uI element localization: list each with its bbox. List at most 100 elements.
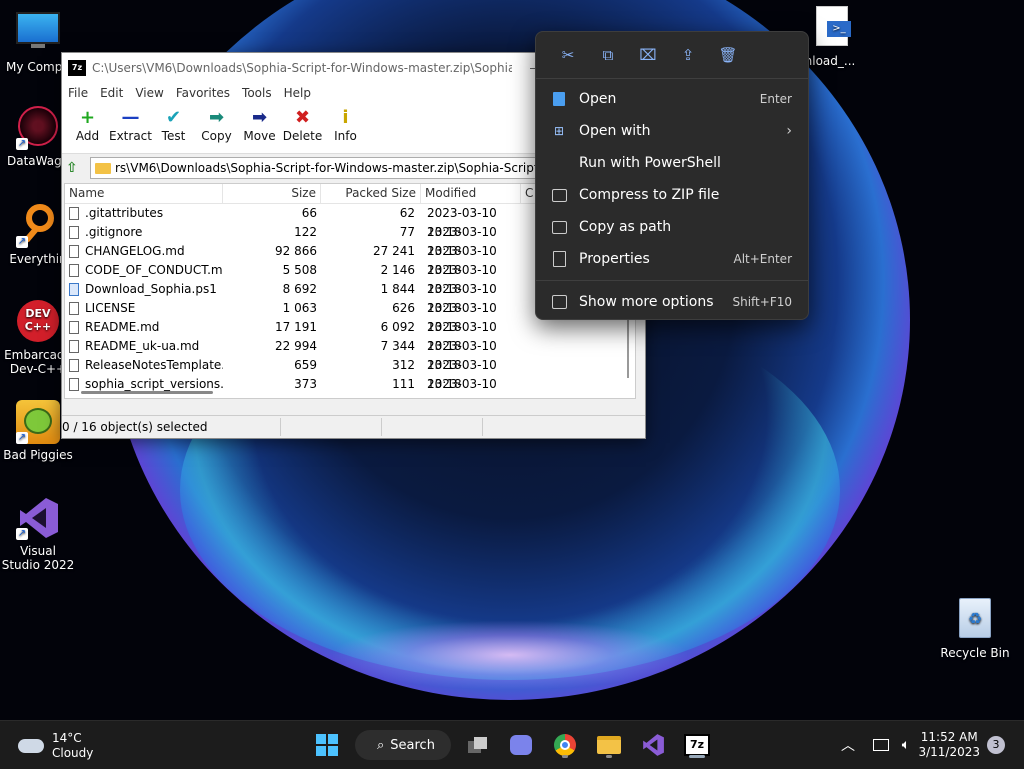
horizontal-scrollbar[interactable]	[81, 391, 213, 394]
task-view-button[interactable]	[462, 729, 494, 761]
menu-tools[interactable]: Tools	[236, 86, 278, 100]
menu-file[interactable]: File	[62, 86, 94, 100]
desktop-icon-label: Bad Piggies	[3, 448, 73, 462]
search-label: Search	[390, 737, 435, 753]
column-size[interactable]: Size	[223, 184, 321, 203]
file-name: CHANGELOG.md	[85, 244, 185, 258]
weather-temp: 14°C	[52, 731, 82, 745]
network-button[interactable]	[866, 729, 896, 761]
windows-logo-icon	[316, 734, 338, 756]
delete-icon[interactable]: 🗑	[708, 46, 748, 64]
file-size: 17 191	[275, 320, 317, 334]
file-name: LICENSE	[85, 301, 136, 315]
file-name-cell: .gitattributes	[65, 204, 223, 223]
recycle-bin-icon: ♻	[953, 598, 997, 642]
shortcut-arrow-icon: ↗	[16, 432, 28, 444]
address-field[interactable]: rs\VM6\Downloads\Sophia-Script-for-Windo…	[90, 157, 540, 179]
file-explorer-button[interactable]	[593, 729, 625, 761]
add-icon: +	[79, 107, 96, 128]
context-copy-as-path[interactable]: Copy as path	[536, 211, 808, 243]
menu-edit[interactable]: Edit	[94, 86, 129, 100]
context-properties[interactable]: Properties Alt+Enter	[536, 243, 808, 275]
copy-icon[interactable]: ⧉	[588, 46, 628, 64]
taskbar-search[interactable]: ⌕ Search	[355, 730, 451, 760]
file-icon	[69, 302, 79, 315]
table-row[interactable]: README_uk-ua.md 22 994 7 344 2023-03-10 13:…	[65, 337, 635, 372]
properties-icon	[551, 251, 567, 267]
show-hidden-icons-button[interactable]: ︿	[838, 729, 858, 761]
toolbar-info-button[interactable]: i Info	[324, 103, 367, 143]
clock-date: 3/11/2023	[918, 745, 980, 759]
context-run-powershell[interactable]: Run with PowerShell	[536, 147, 808, 179]
column-modified[interactable]: Modified	[421, 184, 521, 203]
file-icon	[69, 359, 79, 372]
toolbar-test-button[interactable]: ✔ Test	[152, 103, 195, 143]
context-show-more[interactable]: Show more options Shift+F10	[536, 286, 808, 318]
column-name[interactable]: Name	[65, 184, 223, 203]
table-row[interactable]: README.md 17 191 6 092 2023-03-10 13:18	[65, 318, 635, 353]
desktop-icon-visual-studio[interactable]: ↗ Visual Studio 2022	[0, 496, 76, 572]
share-icon[interactable]: ⇪	[668, 46, 708, 64]
up-folder-icon[interactable]: ⇧	[66, 160, 84, 176]
window-title: C:\Users\VM6\Downloads\Sophia-Script-for…	[92, 61, 512, 75]
toolbar-move-button[interactable]: ➡ Move	[238, 103, 281, 143]
status-segment	[382, 418, 483, 436]
chevron-right-icon: ›	[786, 123, 792, 139]
clock[interactable]: 11:52 AM 3/11/2023	[918, 730, 980, 760]
menu-help[interactable]: Help	[278, 86, 317, 100]
menu-favorites[interactable]: Favorites	[170, 86, 236, 100]
start-button[interactable]	[311, 729, 343, 761]
context-menu: ✂ ⧉ ⌧ ⇪ 🗑 Open Enter ⊞ Open with › Run w…	[535, 31, 809, 320]
weather-widget[interactable]: 14°C Cloudy	[18, 731, 93, 761]
context-open-with[interactable]: ⊞ Open with ›	[536, 115, 808, 147]
file-size: 22 994	[275, 339, 317, 353]
file-name-cell: Download_Sophia.ps1	[65, 280, 223, 299]
file-size: 122	[294, 225, 317, 239]
toolbar-copy-button[interactable]: ➡ Copy	[195, 103, 238, 143]
context-item-shortcut: Alt+Enter	[733, 252, 792, 266]
bad-piggies-icon: ↗	[16, 400, 60, 444]
toolbar-add-button[interactable]: + Add	[66, 103, 109, 143]
file-name-cell: README.md	[65, 318, 223, 337]
file-icon	[69, 378, 79, 391]
visual-studio-button[interactable]	[637, 729, 669, 761]
file-modified: 2023-03-10 13:18	[427, 358, 497, 391]
file-icon	[69, 245, 79, 258]
cut-icon[interactable]: ✂	[548, 46, 588, 64]
volume-button[interactable]: 🔈︎	[893, 729, 919, 761]
sevenzip-logo-icon: 7z	[68, 60, 86, 76]
toolbar-delete-button[interactable]: ✖ Delete	[281, 103, 324, 143]
sevenzip-taskbar-button[interactable]: 7z	[681, 729, 713, 761]
file-name-cell: ReleaseNotesTemplate....	[65, 356, 223, 375]
file-packed-size: 111	[392, 377, 415, 391]
teams-chat-button[interactable]	[505, 729, 537, 761]
open-with-icon: ⊞	[553, 124, 565, 138]
context-item-label: Copy as path	[579, 219, 672, 235]
context-compress-zip[interactable]: Compress to ZIP file	[536, 179, 808, 211]
menu-view[interactable]: View	[129, 86, 169, 100]
file-packed-size: 62	[399, 206, 415, 220]
chrome-button[interactable]	[549, 729, 581, 761]
notification-badge[interactable]: 3	[987, 736, 1005, 754]
visual-studio-icon	[643, 734, 664, 756]
column-packed-size[interactable]: Packed Size	[321, 184, 421, 203]
file-name: CODE_OF_CONDUCT.md	[85, 263, 223, 277]
extract-icon: —	[121, 107, 140, 128]
file-icon	[69, 321, 79, 334]
shortcut-arrow-icon: ↗	[16, 236, 28, 248]
context-open[interactable]: Open Enter	[536, 83, 808, 115]
file-packed-size: 7 344	[380, 339, 415, 353]
toolbar-extract-button[interactable]: — Extract	[109, 103, 152, 143]
shortcut-arrow-icon: ↗	[16, 528, 28, 540]
network-icon	[873, 739, 889, 751]
table-row[interactable]: ReleaseNotesTemplate.... 659 312 2023-03-10…	[65, 356, 635, 391]
file-size: 8 692	[282, 282, 317, 296]
desktop-icon-recycle-bin[interactable]: ♻ Recycle Bin	[937, 598, 1013, 660]
toolbar-label: Move	[243, 129, 276, 143]
rename-icon[interactable]: ⌧	[628, 46, 668, 64]
info-icon: i	[342, 107, 349, 128]
file-modified: 2023-03-10 13:18	[427, 244, 497, 277]
file-packed-size: 1 844	[380, 282, 415, 296]
powershell-file-icon	[69, 283, 79, 296]
status-text: 0 / 16 object(s) selected	[62, 418, 281, 436]
